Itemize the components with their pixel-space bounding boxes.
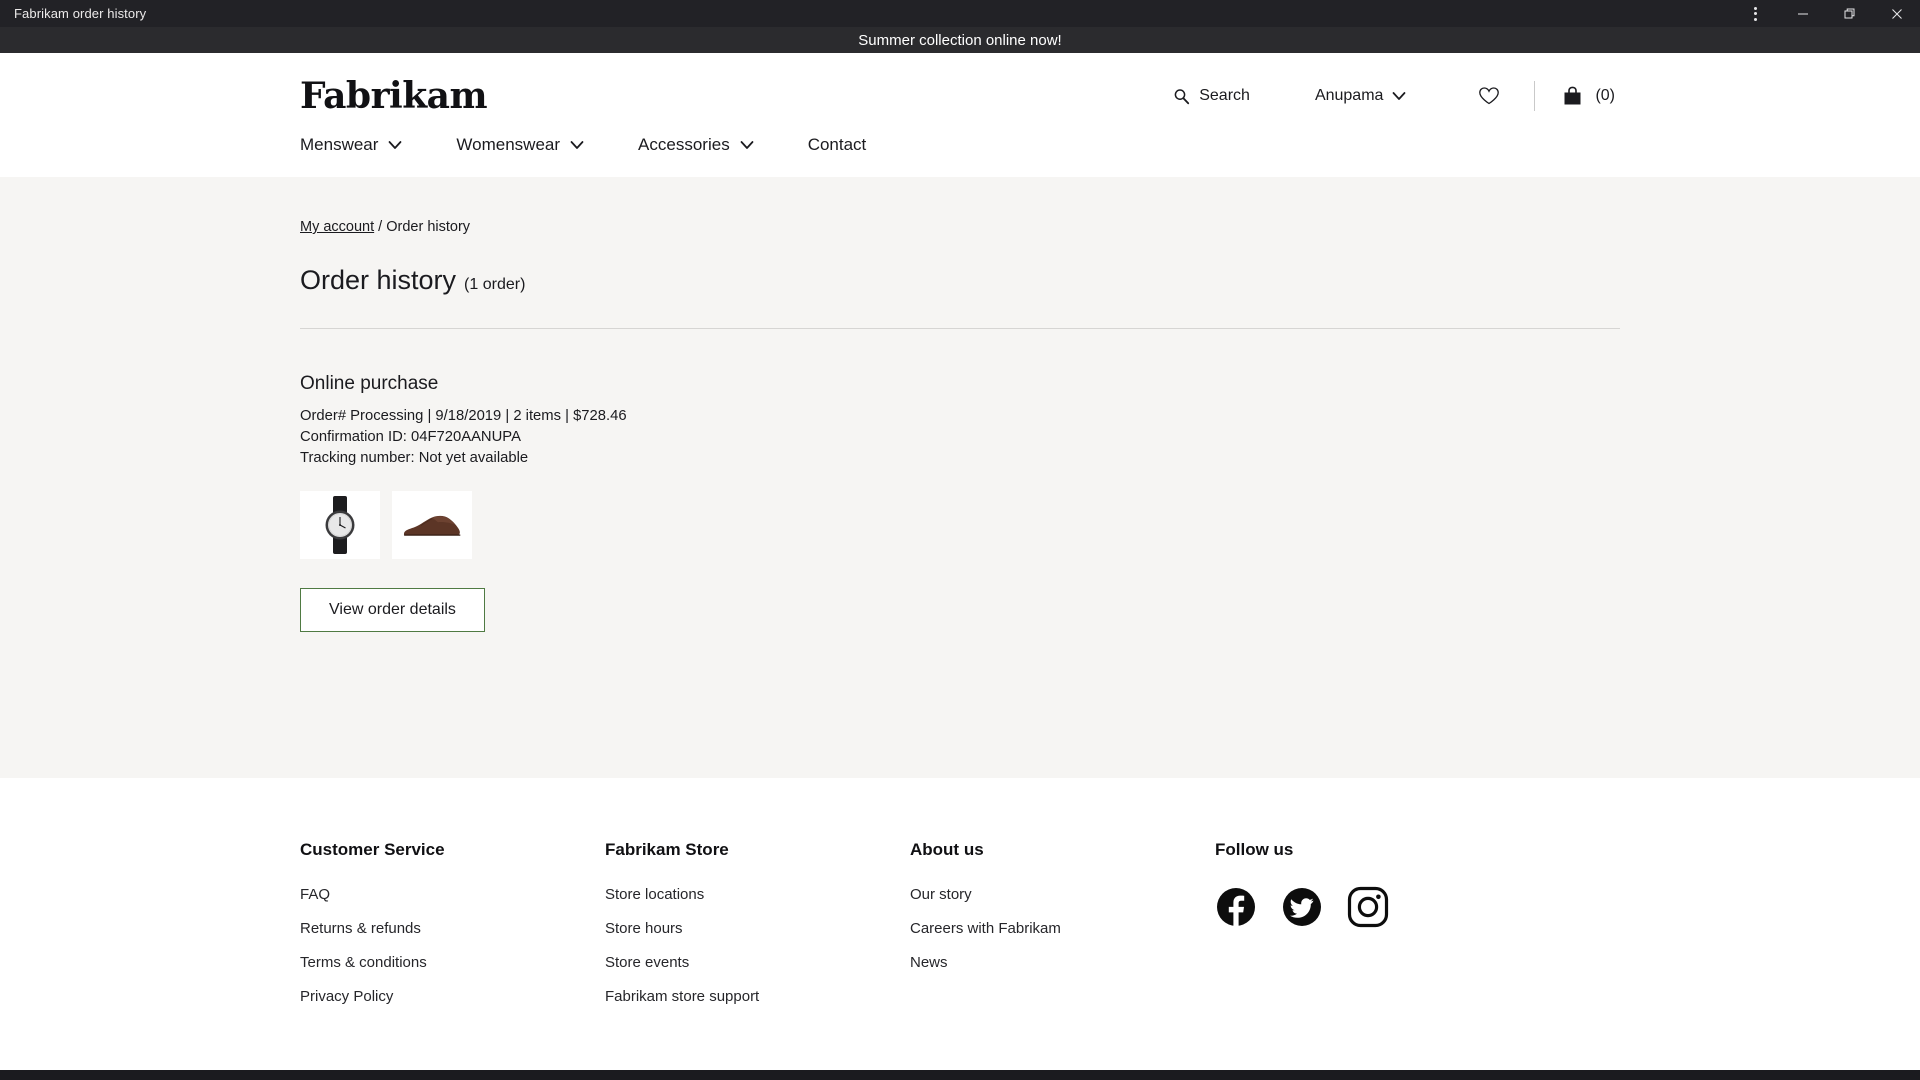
order-card: Online purchase Order# Processing | 9/18… bbox=[300, 329, 1620, 632]
instagram-icon bbox=[1347, 886, 1389, 928]
chevron-down-icon bbox=[740, 141, 754, 149]
close-button[interactable] bbox=[1873, 0, 1920, 27]
footer-link-our-story[interactable]: Our story bbox=[910, 886, 1215, 903]
nav-item-menswear[interactable]: Menswear bbox=[300, 135, 402, 155]
footer-link-store-events[interactable]: Store events bbox=[605, 954, 910, 971]
window-titlebar: Fabrikam order history bbox=[0, 0, 1920, 27]
footer-heading: Follow us bbox=[1215, 840, 1294, 859]
order-tracking-number: Tracking number: Not yet available bbox=[300, 450, 529, 466]
chevron-down-icon bbox=[570, 141, 584, 149]
order-item-thumbnail[interactable] bbox=[300, 491, 380, 559]
facebook-link[interactable] bbox=[1215, 886, 1257, 928]
restore-button[interactable] bbox=[1826, 0, 1873, 27]
nav-label: Womenswear bbox=[456, 135, 561, 154]
search-label: Search bbox=[1199, 87, 1250, 104]
footer-link-store-locations[interactable]: Store locations bbox=[605, 886, 910, 903]
chevron-down-icon bbox=[1393, 92, 1406, 100]
social-links bbox=[1215, 886, 1389, 945]
footer-link-store-hours[interactable]: Store hours bbox=[605, 920, 910, 937]
main-content: My account / Order history Order history… bbox=[0, 177, 1920, 778]
minimize-icon bbox=[1797, 13, 1808, 14]
cart-count: (0) bbox=[1595, 87, 1615, 104]
nav-item-contact[interactable]: Contact bbox=[808, 135, 867, 155]
footer-column-follow-us: Follow us bbox=[1215, 840, 1389, 1022]
breadcrumb-link-my-account[interactable]: My account bbox=[300, 219, 374, 235]
breadcrumb-current: Order history bbox=[386, 219, 471, 235]
order-count: (1 order) bbox=[464, 276, 526, 293]
nav-item-womenswear[interactable]: Womenswear bbox=[456, 135, 584, 155]
header-actions: Search Anupama (0) bbox=[1163, 80, 1625, 112]
close-icon bbox=[1891, 8, 1902, 19]
window-title: Fabrikam order history bbox=[14, 6, 147, 21]
twitter-icon bbox=[1283, 888, 1321, 926]
cart-button[interactable]: (0) bbox=[1563, 80, 1625, 112]
dress-shoe-thumbnail bbox=[403, 515, 461, 536]
order-summary: Order# Processing | 9/18/2019 | 2 items … bbox=[300, 408, 627, 424]
window-bottom-edge bbox=[0, 1070, 1920, 1080]
twitter-link[interactable] bbox=[1281, 886, 1323, 928]
chevron-down-icon bbox=[389, 141, 402, 149]
facebook-icon bbox=[1217, 888, 1255, 928]
order-confirmation-id: Confirmation ID: 04F720AANUPA bbox=[300, 429, 521, 445]
footer-heading: Customer Service bbox=[300, 840, 445, 859]
minimize-button[interactable] bbox=[1779, 0, 1826, 27]
header-top-row: Fabrikam Search Anupama (0) bbox=[0, 53, 1920, 125]
promo-text: Summer collection online now! bbox=[858, 31, 1062, 49]
primary-navigation: Menswear Womenswear Accessories Contact bbox=[0, 125, 1920, 177]
header-divider bbox=[1534, 81, 1536, 111]
footer-heading: About us bbox=[910, 840, 984, 859]
footer-link-careers[interactable]: Careers with Fabrikam bbox=[910, 920, 1215, 937]
breadcrumb-separator: / bbox=[374, 219, 387, 235]
account-label: Anupama bbox=[1314, 87, 1384, 104]
instagram-link[interactable] bbox=[1347, 886, 1389, 928]
nav-item-accessories[interactable]: Accessories bbox=[638, 135, 754, 155]
order-item-thumbnails bbox=[300, 491, 1620, 559]
wristwatch-thumbnail bbox=[325, 496, 355, 554]
window-controls bbox=[1732, 0, 1920, 27]
search-icon bbox=[1174, 88, 1190, 104]
wishlist-button[interactable] bbox=[1468, 80, 1510, 112]
footer-heading: Fabrikam Store bbox=[605, 840, 729, 859]
footer-link-faq[interactable]: FAQ bbox=[300, 886, 605, 903]
footer-link-returns-refunds[interactable]: Returns & refunds bbox=[300, 920, 605, 937]
footer-link-terms-conditions[interactable]: Terms & conditions bbox=[300, 954, 605, 971]
nav-label: Menswear bbox=[300, 135, 379, 154]
page-title-text: Order history bbox=[300, 265, 457, 295]
shopping-bag-icon bbox=[1564, 86, 1581, 105]
site-footer: Customer Service FAQ Returns & refunds T… bbox=[0, 778, 1920, 1022]
footer-column-customer-service: Customer Service FAQ Returns & refunds T… bbox=[300, 840, 605, 1022]
footer-link-news[interactable]: News bbox=[910, 954, 1215, 971]
restore-icon bbox=[1844, 8, 1854, 18]
breadcrumb: My account / Order history bbox=[300, 219, 1620, 235]
nav-label: Accessories bbox=[638, 135, 730, 154]
page-title: Order history (1 order) bbox=[300, 265, 1620, 296]
promo-banner: Summer collection online now! bbox=[0, 27, 1920, 53]
footer-column-about-us: About us Our story Careers with Fabrikam… bbox=[910, 840, 1215, 1022]
footer-column-fabrikam-store: Fabrikam Store Store locations Store hou… bbox=[605, 840, 910, 1022]
footer-link-privacy-policy[interactable]: Privacy Policy bbox=[300, 988, 605, 1005]
order-item-thumbnail[interactable] bbox=[392, 491, 472, 559]
site-header: Fabrikam Search Anupama (0) Menswear Wom… bbox=[0, 53, 1920, 177]
order-kind: Online purchase bbox=[300, 373, 439, 394]
vertical-dots-icon bbox=[1754, 6, 1757, 21]
account-menu[interactable]: Anupama bbox=[1305, 81, 1417, 111]
search-button[interactable]: Search bbox=[1163, 81, 1260, 111]
nav-label: Contact bbox=[807, 135, 867, 154]
more-options-button[interactable] bbox=[1732, 0, 1779, 27]
view-order-details-button[interactable]: View order details bbox=[300, 588, 485, 632]
heart-icon bbox=[1479, 87, 1500, 105]
brand-logo[interactable]: Fabrikam bbox=[300, 75, 488, 117]
footer-link-store-support[interactable]: Fabrikam store support bbox=[605, 988, 910, 1005]
